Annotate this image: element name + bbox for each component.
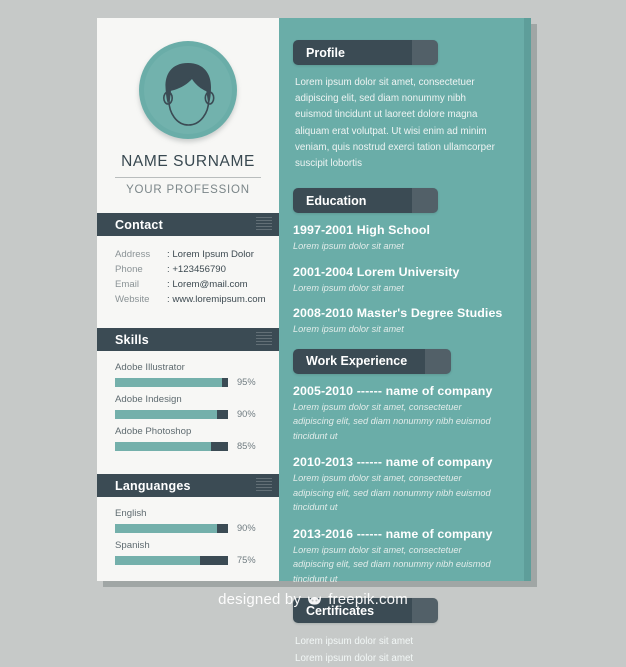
left-column: NAME SURNAME YOUR PROFESSION Contact Add…: [97, 18, 279, 581]
certificate-line: Lorem ipsum dolor sit amet: [295, 653, 414, 665]
work-subtitle: Lorem ipsum dolor sit amet, consectetuer…: [293, 473, 491, 513]
language-bar-track: [115, 523, 228, 533]
contact-row: Email : Lorem@mail.com: [115, 277, 263, 292]
contact-value: : www.loremipsum.com: [167, 294, 266, 305]
section-title-certificates: Certificates: [306, 603, 375, 618]
skill-label: Adobe Photoshop: [115, 426, 192, 437]
section-title-education: Education: [306, 193, 367, 208]
skills-body: Adobe Illustrator 95% Adobe Indesign 90%: [97, 351, 279, 457]
person-name: NAME SURNAME: [115, 153, 261, 178]
skill-bar-fill: [115, 409, 217, 419]
certificates-body: Lorem ipsum dolor sit amet Lorem ipsum d…: [293, 633, 504, 667]
education-title: 2001-2004 Lorem University: [293, 264, 460, 279]
work-entry: 2005-2010 ------ name of company Lorem i…: [293, 384, 504, 444]
education-title: 1997-2001 High School: [293, 223, 431, 238]
language-bar-track: [115, 555, 228, 565]
language-percent: 90%: [237, 523, 256, 533]
language-bar-line: 75%: [115, 555, 263, 565]
skill-item: Adobe Indesign 90%: [115, 394, 263, 419]
section-header-contact: Contact: [97, 213, 279, 236]
education-subtitle: Lorem ipsum dolor sit amet: [293, 282, 404, 293]
section-header-skills: Skills: [97, 328, 279, 351]
stripes-decoration-icon: [256, 332, 272, 347]
contact-label: Phone: [115, 264, 143, 275]
contact-row: Website : www.loremipsum.com: [115, 292, 266, 307]
work-entry: 2013-2016 ------ name of company Lorem i…: [293, 527, 504, 587]
header-tab-decoration: [412, 188, 438, 214]
section-title-skills: Skills: [115, 332, 149, 347]
language-item: English 90%: [115, 508, 263, 533]
work-subtitle: Lorem ipsum dolor sit amet, consectetuer…: [293, 401, 491, 441]
skill-item: Adobe Illustrator 95%: [115, 362, 263, 387]
work-subtitle: Lorem ipsum dolor sit amet, consectetuer…: [293, 544, 491, 584]
section-header-education: Education: [293, 188, 438, 214]
right-column: Profile Lorem ipsum dolor sit amet, cons…: [279, 18, 531, 664]
language-label: English: [115, 508, 147, 519]
education-subtitle: Lorem ipsum dolor sit amet: [293, 241, 404, 252]
work-title: 2005-2010 ------ name of company: [293, 383, 493, 398]
contact-label: Address: [115, 249, 151, 260]
skill-item: Adobe Photoshop 85%: [115, 426, 263, 451]
contact-body: Address : Lorem Ipsum Dolor Phone : +123…: [97, 236, 279, 311]
avatar-wrapper: [97, 18, 279, 139]
language-bar-line: 90%: [115, 523, 263, 533]
language-bar-fill: [115, 523, 217, 533]
section-header-work-experience: Work Experience: [293, 348, 451, 374]
education-entry: 2008-2010 Master's Degree Studies Lorem …: [293, 306, 504, 337]
skill-bar-line: 95%: [115, 377, 263, 387]
skill-bar-track: [115, 441, 228, 451]
skill-label: Adobe Indesign: [115, 394, 182, 405]
skill-percent: 95%: [237, 377, 256, 387]
education-subtitle: Lorem ipsum dolor sit amet: [293, 324, 404, 335]
skill-bar-line: 90%: [115, 409, 263, 419]
skill-percent: 90%: [237, 409, 256, 419]
section-title-contact: Contact: [115, 217, 163, 232]
language-percent: 75%: [237, 555, 256, 565]
language-bar-fill: [115, 555, 200, 565]
education-entry: 2001-2004 Lorem University Lorem ipsum d…: [293, 265, 504, 296]
education-entry: 1997-2001 High School Lorem ipsum dolor …: [293, 223, 504, 254]
contact-label: Email: [115, 279, 139, 290]
language-item: Spanish 75%: [115, 540, 263, 565]
user-avatar-icon: [162, 63, 215, 126]
section-header-profile: Profile: [293, 40, 438, 65]
education-title: 2008-2010 Master's Degree Studies: [293, 306, 503, 321]
contact-label: Website: [115, 294, 150, 305]
resume-page: NAME SURNAME YOUR PROFESSION Contact Add…: [97, 18, 531, 664]
section-header-languages: Languanges: [97, 474, 279, 497]
avatar: [139, 41, 237, 139]
contact-row: Address : Lorem Ipsum Dolor: [115, 247, 263, 262]
section-title-work-experience: Work Experience: [306, 354, 408, 369]
skill-percent: 85%: [237, 441, 256, 451]
person-profession: YOUR PROFESSION: [126, 184, 250, 196]
contact-row: Phone : +123456790: [115, 262, 263, 277]
contact-value: : +123456790: [167, 264, 226, 275]
contact-value: : Lorem@mail.com: [167, 279, 248, 290]
skill-bar-line: 85%: [115, 441, 263, 451]
header-tab-decoration: [425, 348, 451, 374]
skill-bar-track: [115, 409, 228, 419]
section-title-profile: Profile: [306, 45, 345, 60]
header-tab-decoration: [412, 40, 438, 65]
identity-block: NAME SURNAME YOUR PROFESSION: [97, 153, 279, 196]
skill-bar-fill: [115, 441, 212, 451]
footer-prefix: designed by: [218, 591, 302, 608]
stripes-decoration-icon: [256, 217, 272, 232]
certificate-line: Lorem ipsum dolor sit amet: [295, 636, 414, 648]
stripes-decoration-icon: [256, 478, 272, 493]
skill-label: Adobe Illustrator: [115, 362, 185, 373]
section-title-languages: Languanges: [115, 478, 191, 493]
work-title: 2010-2013 ------ name of company: [293, 455, 493, 470]
skill-bar-fill: [115, 377, 223, 387]
language-label: Spanish: [115, 540, 150, 551]
contact-value: : Lorem Ipsum Dolor: [167, 249, 254, 260]
work-entry: 2010-2013 ------ name of company Lorem i…: [293, 455, 504, 515]
skill-bar-track: [115, 377, 228, 387]
work-title: 2013-2016 ------ name of company: [293, 526, 493, 541]
languages-body: English 90% Spanish 75%: [97, 497, 279, 571]
profile-text: Lorem ipsum dolor sit amet, consectetuer…: [295, 77, 495, 170]
